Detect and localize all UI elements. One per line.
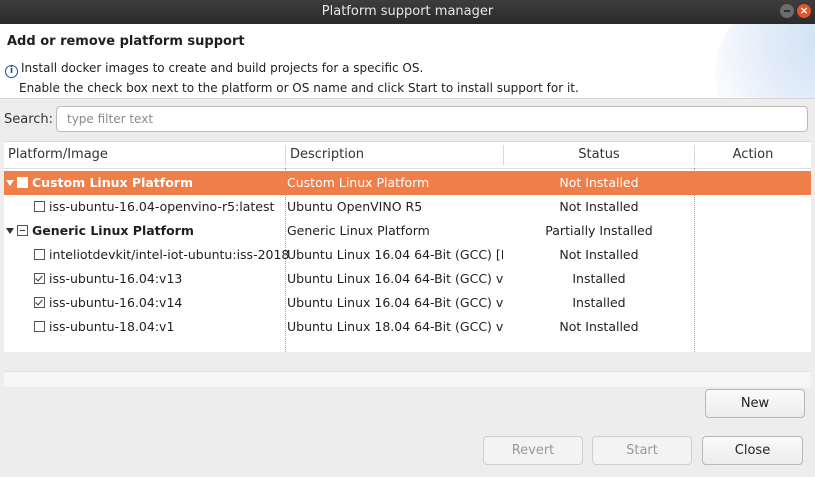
table-row[interactable]: iss-ubuntu-16.04:v13 Ubuntu Linux 16.04 … xyxy=(4,267,811,291)
expand-arrow-icon[interactable] xyxy=(6,180,14,186)
checkbox-icon[interactable] xyxy=(34,201,45,212)
close-button[interactable]: Close xyxy=(702,436,803,465)
start-button[interactable]: Start xyxy=(592,436,692,465)
column-header-description[interactable]: Description xyxy=(290,142,364,168)
new-button[interactable]: New xyxy=(705,389,805,418)
window-close-icon[interactable]: × xyxy=(797,4,811,18)
platform-name: Custom Linux Platform xyxy=(32,175,193,190)
image-name: iss-ubuntu-16.04:v14 xyxy=(49,295,183,310)
image-name: iss-ubuntu-16.04:v13 xyxy=(49,271,183,286)
platform-status: Not Installed xyxy=(559,175,639,190)
window-minimize-icon[interactable] xyxy=(780,4,794,18)
column-header-platform[interactable]: Platform/Image xyxy=(8,142,108,168)
search-placeholder: type filter text xyxy=(67,112,154,126)
window-title: Platform support manager xyxy=(321,4,494,19)
image-description: Ubuntu Linux 18.04 64-Bit (GCC) v1 xyxy=(287,319,503,334)
image-description: Ubuntu Linux 16.04 64-Bit (GCC) v1 xyxy=(287,295,503,310)
window-controls: × xyxy=(777,4,811,20)
image-status: Installed xyxy=(572,271,626,286)
search-label: Search: xyxy=(4,112,54,127)
info-icon: i xyxy=(5,65,18,78)
checkbox-icon[interactable] xyxy=(34,321,45,332)
image-status: Not Installed xyxy=(559,319,639,334)
table-row[interactable]: iss-ubuntu-16.04:v14 Ubuntu Linux 16.04 … xyxy=(4,291,811,315)
horizontal-scrollbar[interactable] xyxy=(4,371,811,387)
column-header-action[interactable]: Action xyxy=(695,142,811,168)
platform-description: Generic Linux Platform xyxy=(287,223,430,238)
info-text-line2: Enable the check box next to the platfor… xyxy=(19,81,579,95)
platform-description: Custom Linux Platform xyxy=(287,175,430,190)
checkbox-icon[interactable] xyxy=(34,297,45,308)
table-row[interactable]: iss-ubuntu-18.04:v1 Ubuntu Linux 18.04 6… xyxy=(4,315,811,339)
checkbox-icon[interactable] xyxy=(34,273,45,284)
image-description: Ubuntu Linux 16.04 64-Bit (GCC) [D xyxy=(287,247,503,262)
checkbox-icon[interactable] xyxy=(34,249,45,260)
search-input[interactable]: type filter text xyxy=(56,106,808,132)
expand-arrow-icon[interactable] xyxy=(6,228,14,234)
image-status: Not Installed xyxy=(559,199,639,214)
revert-button[interactable]: Revert xyxy=(483,436,583,465)
table-row[interactable]: Generic Linux Platform Generic Linux Pla… xyxy=(4,219,811,243)
image-name: iss-ubuntu-16.04-openvino-r5:latest xyxy=(49,199,275,214)
info-message: i Install docker images to create and bui… xyxy=(5,61,423,78)
platform-table: Platform/Image Description Status Action… xyxy=(4,141,811,352)
image-name: iss-ubuntu-18.04:v1 xyxy=(49,319,175,334)
image-name: inteliotdevkit/intel-iot-ubuntu:iss-2018 xyxy=(49,247,290,262)
title-bar: Platform support manager × xyxy=(0,0,815,24)
dialog-header: Add or remove platform support i Install … xyxy=(0,24,815,99)
image-description: Ubuntu OpenVINO R5 xyxy=(287,199,423,214)
platform-name: Generic Linux Platform xyxy=(32,223,194,238)
checkbox-icon[interactable] xyxy=(17,225,28,236)
image-status: Not Installed xyxy=(559,247,639,262)
table-row[interactable]: Custom Linux Platform Custom Linux Platf… xyxy=(4,171,811,195)
table-row[interactable]: iss-ubuntu-16.04-openvino-r5:latest Ubun… xyxy=(4,195,811,219)
info-text-line1: Install docker images to create and buil… xyxy=(21,61,424,75)
table-header: Platform/Image Description Status Action xyxy=(4,142,811,169)
platform-status: Partially Installed xyxy=(545,223,653,238)
column-header-status[interactable]: Status xyxy=(504,142,694,168)
checkbox-icon[interactable] xyxy=(17,177,28,188)
image-status: Installed xyxy=(572,295,626,310)
image-description: Ubuntu Linux 16.04 64-Bit (GCC) v1 xyxy=(287,271,503,286)
table-row[interactable]: inteliotdevkit/intel-iot-ubuntu:iss-2018… xyxy=(4,243,811,267)
header-banner-graphic xyxy=(715,24,815,98)
dialog-heading: Add or remove platform support xyxy=(7,34,245,49)
